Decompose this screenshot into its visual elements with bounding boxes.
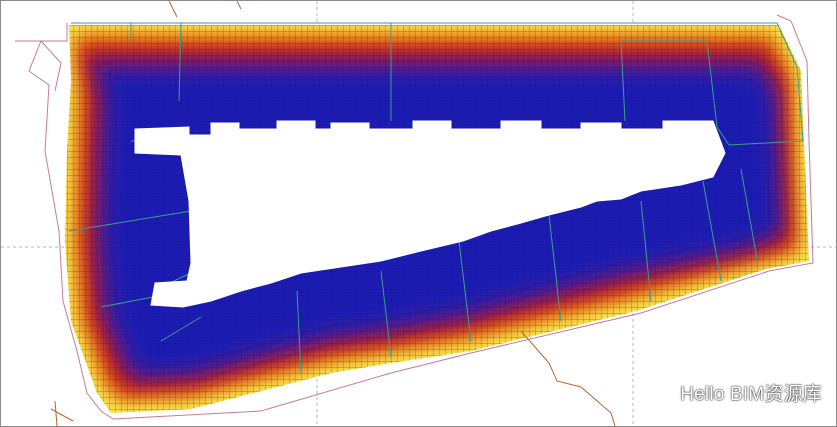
heatmap-canvas: [1, 1, 836, 426]
heatmap-view[interactable]: Hello BIM资源库: [0, 0, 837, 427]
watermark: Hello BIM资源库: [650, 379, 822, 406]
outline-brown-left: [50, 400, 74, 426]
watermark-text: Hello BIM资源库: [680, 384, 822, 405]
wechat-icon: [650, 382, 674, 402]
